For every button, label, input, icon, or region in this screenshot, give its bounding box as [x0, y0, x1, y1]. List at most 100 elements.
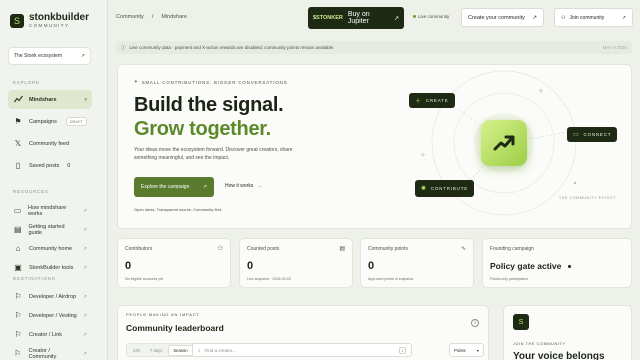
hero-description: Your ideas move the ecosystem forward. D…	[134, 147, 293, 161]
flag-icon: ⚑	[14, 117, 22, 126]
shortcut-key: /	[398, 346, 406, 354]
live-dot-icon	[413, 15, 416, 18]
chevron-down-icon: ▾	[476, 347, 479, 353]
pulse-icon: ∿	[460, 246, 466, 252]
hero-footnote: Open ideas. Transparent scores. Communit…	[134, 207, 223, 212]
hero-card: ✦ SMALL CONTRIBUTIONS. BIGGER CONVERSATI…	[117, 64, 632, 229]
doc-icon: ▤	[339, 246, 345, 252]
sidebar-item-label: Creator / Community	[28, 347, 57, 360]
contribute-pill-label: CONTRIBUTE	[430, 186, 469, 191]
external-link-icon: ↗	[532, 14, 537, 21]
external-link-icon: ↗	[393, 15, 399, 22]
sun-icon: ✺	[421, 186, 427, 192]
breadcrumb-separator: /	[151, 14, 154, 20]
sidebar-item-getting-started[interactable]: ▤ Getting started guide ↗	[8, 220, 92, 239]
creator-search-input[interactable]: ⌕ Find a creator... /	[192, 343, 412, 357]
sidebar-item-developer-airdrop[interactable]: ⚐ Developer / Airdrop ↗	[8, 287, 92, 306]
token-ticker: $STONKER	[313, 15, 343, 21]
how-it-works-label: How it works	[225, 183, 254, 189]
search-icon: ⌕	[198, 347, 201, 353]
buy-on-jupiter-button[interactable]: $STONKER Buy on Jupiter ↗	[308, 7, 404, 29]
stat-sub: No eligible accounts yet	[125, 277, 163, 281]
range-toggle: 24h 7 days Season	[126, 343, 196, 357]
sidebar-item-community-home[interactable]: ⌂ Community home ↗	[8, 239, 92, 258]
stat-contributors: Contributors ⚇ 0 No eligible accounts ye…	[117, 238, 231, 288]
external-link-icon: ↗	[80, 53, 85, 59]
external-link-icon: ↗	[202, 184, 207, 190]
range-7-days[interactable]: 7 days	[146, 346, 166, 355]
external-link-icon: ↗	[82, 264, 87, 271]
trend-icon	[13, 95, 23, 105]
sidebar-item-creator-link[interactable]: ⚐ Creator / Link ↗	[8, 325, 92, 344]
external-link-icon: ↗	[82, 207, 87, 214]
sidebar: S stonkbuilder COMMUNITY The Stonk ecosy…	[0, 0, 108, 360]
create-community-button[interactable]: Create your community ↗	[461, 8, 544, 27]
resources-section-label: RESOURCES	[13, 189, 49, 194]
flag-icon: ⚐	[14, 311, 22, 320]
brand-logo[interactable]: S stonkbuilder COMMUNITY	[10, 13, 89, 29]
sidebar-item-label: Getting started guide	[28, 223, 65, 236]
leaderboard-title: Community leaderboard	[126, 323, 224, 333]
x-logo-icon: 𝕏	[14, 139, 22, 148]
stat-sub: Points-only participation	[490, 277, 529, 281]
brand-mark-icon: S	[10, 13, 24, 28]
chevron-down-icon: ▾	[84, 96, 87, 103]
range-24h[interactable]: 24h	[129, 346, 144, 355]
sidebar-item-mindshare[interactable]: Mindshare ▾	[8, 90, 92, 109]
stat-label: Contributors	[125, 246, 153, 252]
stat-label: Community points	[368, 246, 409, 252]
sidebar-item-stonkbuilder-tools[interactable]: ▣ StonkBuilder tools ↗	[8, 258, 92, 277]
flag-icon: ⚐	[14, 292, 22, 301]
sidebar-item-community-feed[interactable]: 𝕏 Community feed	[8, 134, 92, 153]
breadcrumb-current: Mindshare	[161, 14, 188, 20]
sidebar-item-how-mindshare-works[interactable]: ▭ How mindshare works ↗	[8, 201, 92, 220]
explore-campaign-button[interactable]: Explore the campaign ↗	[134, 177, 214, 197]
flag-icon: ⚐	[14, 349, 22, 358]
external-link-icon: ↗	[82, 350, 87, 357]
leaderboard-card: PEOPLE MAKING AN IMPACT Community leader…	[117, 305, 489, 360]
sidebar-item-label: Creator / Link	[29, 331, 63, 338]
sidebar-item-label: Campaigns	[29, 118, 57, 125]
hero-eyebrow: ✦ SMALL CONTRIBUTIONS. BIGGER CONVERSATI…	[134, 79, 289, 85]
create-community-label: Create your community	[468, 14, 525, 21]
search-placeholder: Find a creator...	[204, 347, 236, 353]
external-link-icon: ↗	[621, 14, 626, 21]
sidebar-item-label: How mindshare works	[28, 204, 67, 217]
how-it-works-link[interactable]: How it works →	[225, 183, 262, 189]
sidebar-item-creator-community[interactable]: ⚐ Creator / Community ↗	[8, 344, 92, 360]
sidebar-item-label: StonkBuilder tools	[29, 264, 74, 271]
stat-counted-posts: Counted posts ▤ 0 Live snapshot · 2026-0…	[239, 238, 353, 288]
join-card-label: JOIN THE COMMUNITY	[513, 342, 566, 346]
notice-banner: ⓘ Live community data · payment and X-ac…	[116, 41, 632, 54]
sidebar-item-saved-posts[interactable]: ▯ Saved posts 0	[8, 156, 92, 175]
plus-icon: ＋	[415, 99, 422, 105]
draft-badge: DRAFT	[65, 117, 87, 126]
external-link-icon: ↗	[82, 245, 87, 252]
breadcrumb: Community / Mindshare	[116, 14, 187, 20]
join-community-card: S JOIN THE COMMUNITY Your voice belongs	[503, 305, 632, 360]
live-label: Live community	[418, 14, 450, 19]
external-link-icon: ↗	[82, 293, 87, 300]
join-community-button[interactable]: ⚇ Join community ↗	[554, 8, 633, 27]
stat-label: Founding campaign	[490, 246, 534, 252]
sidebar-item-label: Developer / Airdrop	[29, 293, 77, 300]
sort-value: Points	[454, 347, 466, 353]
info-icon[interactable]: i	[471, 319, 479, 327]
explore-section-label: EXPLORE	[13, 80, 40, 85]
sidebar-item-campaigns[interactable]: ⚑ Campaigns DRAFT	[8, 112, 92, 131]
destinations-section-label: DESTINATIONS	[13, 276, 56, 281]
hero-title-line-2: Grow together.	[134, 118, 271, 140]
contribute-pill: ✺ CONTRIBUTE	[415, 180, 475, 197]
brand-sub: COMMUNITY	[29, 23, 70, 28]
range-season[interactable]: Season	[168, 344, 193, 356]
sidebar-item-label: Developer / Vesting	[29, 312, 77, 319]
hero-title-line-1: Build the signal.	[134, 94, 284, 116]
connect-pill-label: CONNECT	[583, 132, 612, 137]
external-link-icon: ↗	[82, 226, 87, 233]
breadcrumb-root[interactable]: Community	[116, 14, 144, 20]
sidebar-item-developer-vesting[interactable]: ⚐ Developer / Vesting ↗	[8, 306, 92, 325]
stat-value: Policy gate active	[490, 261, 571, 271]
ecosystem-link[interactable]: The Stonk ecosystem ↗	[8, 47, 91, 65]
sort-select[interactable]: Points ▾	[449, 343, 484, 357]
community-effect-caption: THE COMMUNITY EFFECT	[559, 196, 617, 200]
